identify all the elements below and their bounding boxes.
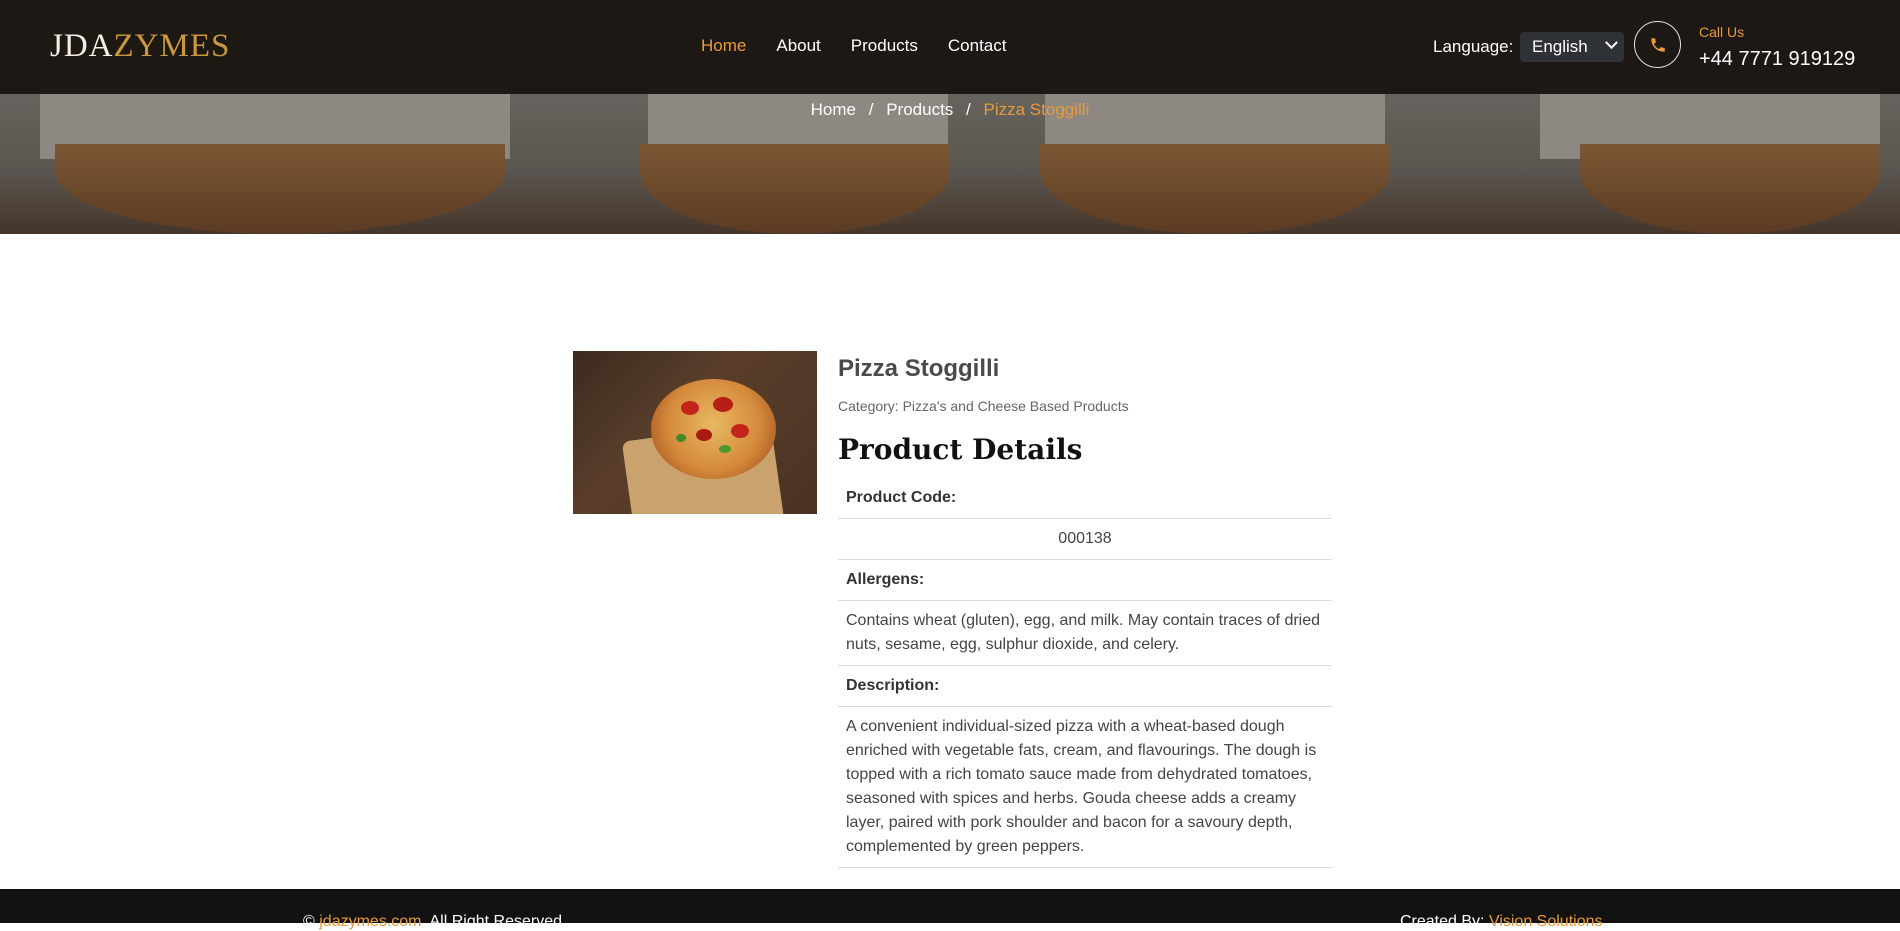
allergens-value: Contains wheat (gluten), egg, and milk. … — [838, 601, 1332, 666]
site-logo[interactable]: JDA ZYMES — [50, 28, 230, 64]
breadcrumb-home[interactable]: Home — [811, 100, 856, 119]
product-category: Category: Pizza's and Cheese Based Produ… — [838, 398, 1129, 414]
description-value: A convenient individual-sized pizza with… — [838, 707, 1332, 868]
call-us-label: Call Us — [1699, 24, 1745, 40]
logo-text-right: ZYMES — [113, 27, 231, 64]
product-image — [573, 351, 817, 514]
description-label: Description: — [838, 666, 1332, 707]
pizza-illustration — [651, 379, 776, 479]
phone-icon — [1651, 38, 1665, 52]
language-label: Language: — [1433, 37, 1514, 56]
footer-credits: Created By: Vision Solutions — [1400, 913, 1603, 931]
nav-about[interactable]: About — [776, 36, 820, 56]
language-select[interactable]: English — [1520, 32, 1624, 62]
call-number[interactable]: +44 7771 919129 — [1699, 48, 1855, 71]
footer-rights-text: . All Right Reserved. — [421, 913, 567, 930]
nav-contact[interactable]: Contact — [948, 36, 1007, 56]
footer-copyright: © jdazymes.com. All Right Reserved. — [303, 913, 566, 931]
product-code-label: Product Code: — [838, 478, 1332, 519]
product-details-table: Product Code: 000138 Allergens: Contains… — [838, 478, 1332, 868]
breadcrumb-products[interactable]: Products — [886, 100, 953, 119]
pizza-topping — [713, 397, 733, 412]
breadcrumb-separator: / — [966, 100, 971, 119]
product-title: Pizza Stoggilli — [838, 355, 1000, 382]
pizza-topping — [681, 401, 699, 415]
breadcrumb: Home / Products / Pizza Stoggilli — [0, 100, 1900, 120]
pizza-topping — [731, 424, 749, 438]
nav-products[interactable]: Products — [851, 36, 918, 56]
main-nav: Home About Products Contact — [701, 36, 1036, 56]
pizza-topping — [719, 445, 731, 453]
footer-created-by: Created By: — [1400, 913, 1485, 930]
site-header: JDA ZYMES Home About Products Contact Lan… — [0, 0, 1900, 94]
allergens-label: Allergens: — [838, 560, 1332, 601]
copyright-symbol: © — [303, 913, 315, 930]
product-details-heading: Product Details — [838, 433, 1083, 466]
site-footer: © jdazymes.com. All Right Reserved. Crea… — [0, 889, 1900, 930]
pizza-topping — [676, 434, 686, 442]
footer-creator-link[interactable]: Vision Solutions — [1489, 913, 1603, 930]
chevron-down-icon — [1605, 36, 1618, 50]
footer-site-link[interactable]: jdazymes.com — [319, 913, 421, 930]
phone-button[interactable] — [1634, 21, 1681, 68]
product-code-value: 000138 — [838, 519, 1332, 560]
breadcrumb-current: Pizza Stoggilli — [983, 100, 1090, 119]
language-selected-value: English — [1532, 37, 1588, 56]
breadcrumb-separator: / — [868, 100, 874, 119]
nav-home[interactable]: Home — [701, 36, 746, 56]
pizza-topping — [696, 429, 712, 441]
logo-text-left: JDA — [50, 27, 114, 64]
